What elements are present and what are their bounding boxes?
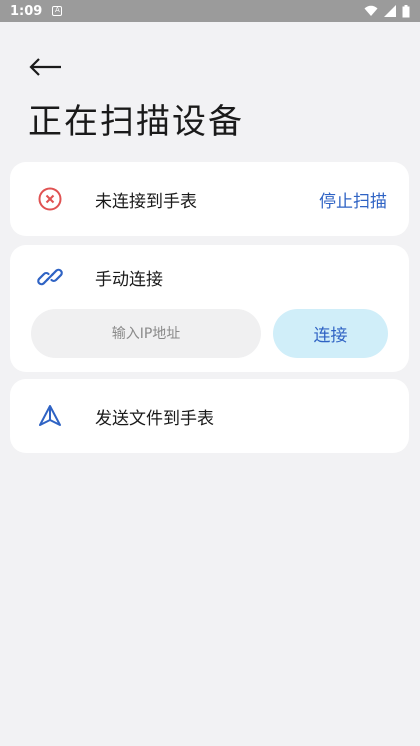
send-file-label: 发送文件到手表 bbox=[95, 408, 214, 429]
scan-status-row: 未连接到手表 停止扫描 bbox=[10, 162, 409, 236]
link-icon bbox=[36, 263, 64, 291]
manual-connect-label: 手动连接 bbox=[95, 269, 163, 290]
manual-connect-header: 手动连接 bbox=[10, 245, 409, 309]
connect-button[interactable]: 连接 bbox=[273, 309, 388, 358]
back-button[interactable] bbox=[28, 52, 68, 82]
scan-status-card: 未连接到手表 停止扫描 bbox=[10, 162, 409, 236]
battery-icon bbox=[402, 4, 410, 17]
send-file-row: 发送文件到手表 bbox=[10, 379, 409, 453]
status-time: 1:09 bbox=[10, 3, 43, 19]
page-title: 正在扫描设备 bbox=[28, 102, 244, 142]
arrow-left-icon bbox=[29, 58, 61, 76]
close-circle-icon bbox=[36, 185, 64, 213]
notification-badge-icon: A bbox=[52, 6, 63, 16]
ip-address-input[interactable] bbox=[31, 309, 261, 358]
send-file-card[interactable]: 发送文件到手表 bbox=[10, 379, 409, 453]
connection-status-text: 未连接到手表 bbox=[95, 191, 197, 212]
manual-connect-card: 手动连接 连接 bbox=[10, 245, 409, 372]
signal-icon bbox=[384, 5, 396, 17]
stop-scan-button[interactable]: 停止扫描 bbox=[319, 187, 387, 212]
status-icons bbox=[364, 4, 410, 18]
status-bar: 1:09 A bbox=[0, 0, 420, 22]
send-triangle-icon bbox=[36, 402, 64, 430]
wifi-icon bbox=[364, 5, 378, 16]
